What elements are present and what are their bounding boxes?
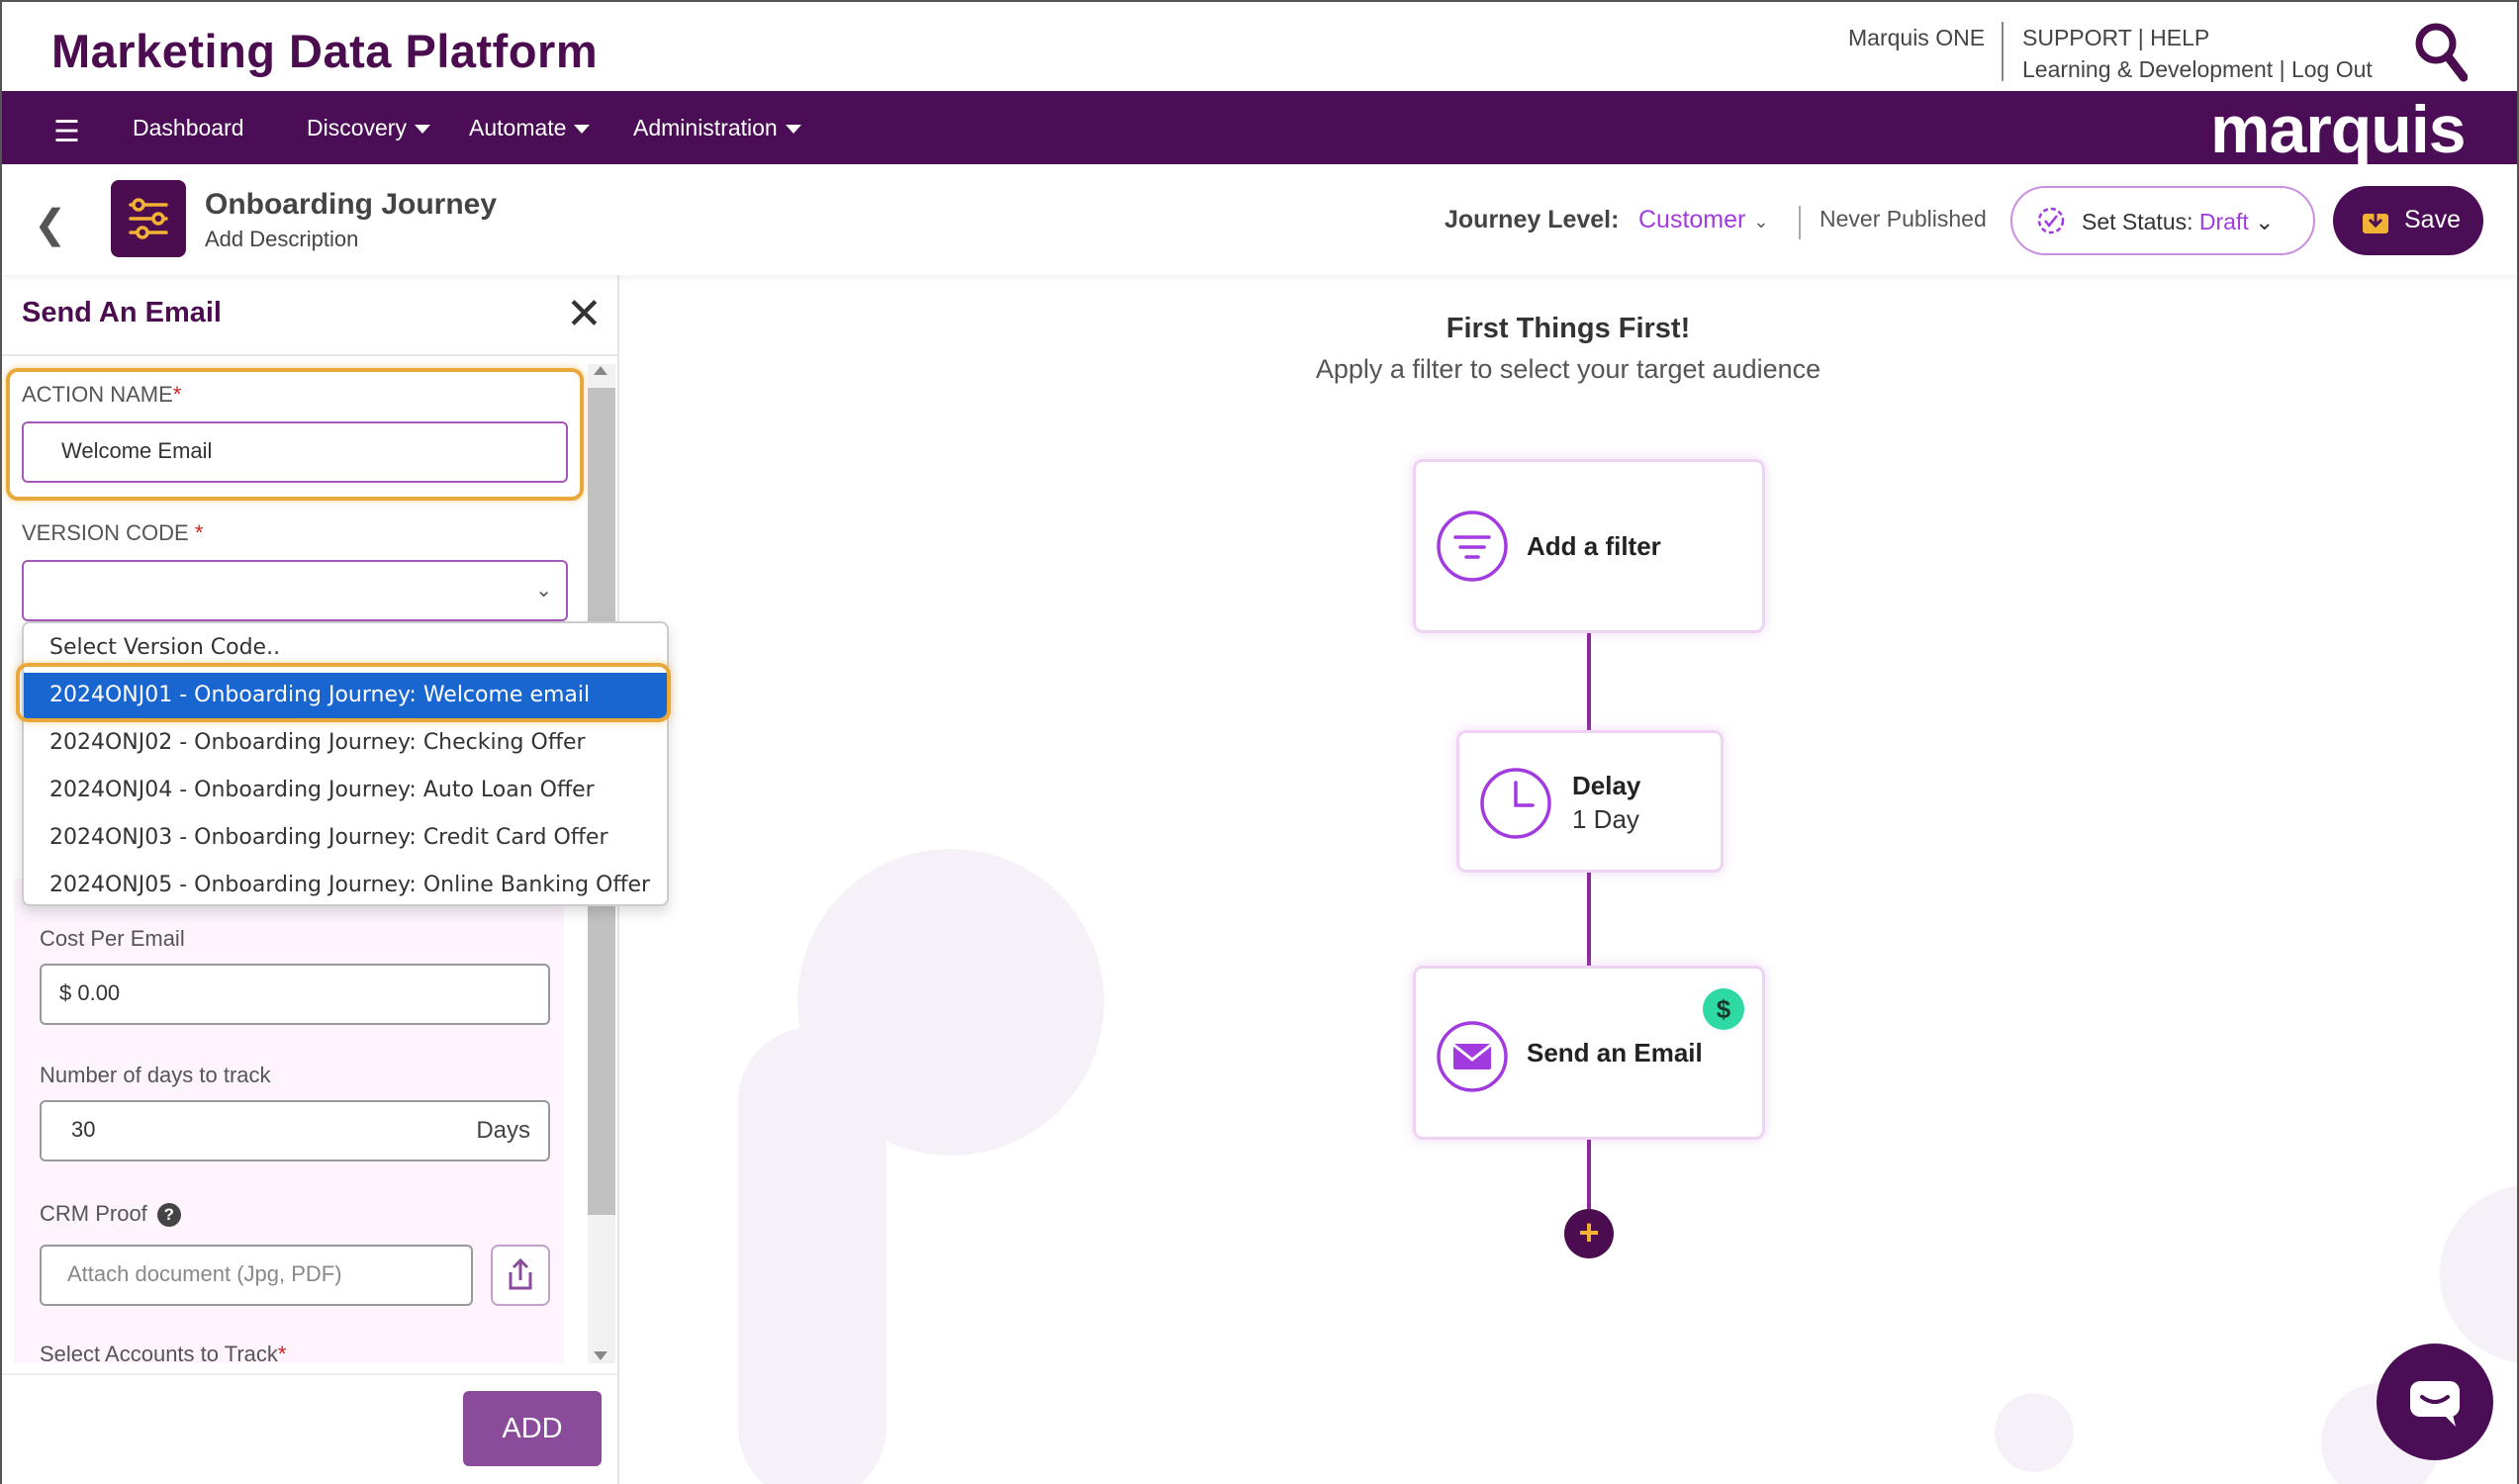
chevron-down-icon: ⌄ xyxy=(1753,212,1769,232)
background-shape xyxy=(2440,1185,2517,1363)
learning-link[interactable]: Learning & Development xyxy=(2022,56,2273,82)
crm-attach-input[interactable]: Attach document (Jpg, PDF) xyxy=(40,1245,473,1306)
top-header: Marketing Data Platform Marquis ONE SUPP… xyxy=(2,2,2517,91)
panel-title: Send An Email xyxy=(22,297,222,328)
filter-icon xyxy=(1437,510,1508,582)
journey-level-select[interactable]: Customer ⌄ xyxy=(1638,206,1768,234)
delay-node-value: 1 Day xyxy=(1572,804,1639,834)
journey-title[interactable]: Onboarding Journey xyxy=(205,188,497,222)
caret-down-icon xyxy=(574,125,591,135)
accounts-label: Select Accounts to Track* xyxy=(40,1342,287,1366)
scroll-up-arrow-icon[interactable] xyxy=(594,366,607,375)
version-code-label: VERSION CODE * xyxy=(22,520,204,545)
back-chevron-icon[interactable]: ❮ xyxy=(34,202,67,247)
days-label: Number of days to track xyxy=(40,1063,271,1087)
days-suffix: Days xyxy=(476,1117,530,1144)
divider xyxy=(1799,206,1801,239)
version-code-select[interactable]: ⌄ xyxy=(22,560,568,621)
close-icon[interactable]: ✕ xyxy=(566,293,603,336)
main-nav: ☰ Dashboard Discovery Automate Administr… xyxy=(2,91,2517,167)
status-check-icon xyxy=(2037,207,2065,234)
nav-discovery[interactable]: Discovery xyxy=(307,115,430,141)
filter-node[interactable]: Add a filter xyxy=(1413,459,1765,633)
email-node-label: Send an Email xyxy=(1527,1038,1703,1067)
journey-icon xyxy=(111,180,186,257)
chat-bubble-icon xyxy=(2410,1381,2460,1427)
envelope-icon xyxy=(1437,1021,1508,1092)
journey-description[interactable]: Add Description xyxy=(205,227,358,252)
help-link[interactable]: HELP xyxy=(2150,25,2209,50)
nav-dashboard[interactable]: Dashboard xyxy=(133,115,244,141)
journey-level-label: Journey Level: xyxy=(1445,206,1620,233)
days-input[interactable]: 30 Days xyxy=(40,1100,550,1161)
connector-line xyxy=(1587,873,1591,966)
chevron-down-icon: ⌄ xyxy=(535,580,552,602)
version-option[interactable]: 2024ONJ03 - Onboarding Journey: Credit C… xyxy=(24,815,667,861)
canvas-title: First Things First! xyxy=(1446,313,1691,344)
chat-button[interactable] xyxy=(2377,1344,2493,1460)
save-download-icon xyxy=(2363,208,2388,233)
background-shape xyxy=(738,1027,886,1484)
cost-input[interactable]: $ 0.00 xyxy=(40,964,550,1025)
filter-node-label: Add a filter xyxy=(1527,531,1661,561)
action-name-input[interactable]: Welcome Email xyxy=(22,421,568,483)
status-value: Draft xyxy=(2198,209,2249,234)
journey-header: ❮ Onboarding Journey Add Description Jou… xyxy=(2,164,2517,275)
canvas-subtitle: Apply a filter to select your target aud… xyxy=(1315,354,1821,384)
journey-canvas: First Things First! Apply a filter to se… xyxy=(619,275,2517,1484)
cost-badge: $ xyxy=(1703,988,1744,1030)
upload-icon xyxy=(509,1257,532,1290)
separator: | xyxy=(2279,56,2286,82)
help-icon[interactable]: ? xyxy=(156,1203,181,1228)
scroll-down-arrow-icon[interactable] xyxy=(594,1351,607,1360)
marquis-logo: marquis xyxy=(2210,92,2467,167)
action-name-label: ACTION NAME* xyxy=(22,382,182,407)
cost-label: Cost Per Email xyxy=(40,926,185,951)
caret-down-icon xyxy=(414,125,430,135)
top-links-divider xyxy=(2002,22,2004,81)
delay-node[interactable]: Delay 1 Day xyxy=(1456,730,1724,873)
selected-option-highlight xyxy=(16,663,671,722)
chevron-down-icon: ⌄ xyxy=(2255,209,2275,234)
add-step-button[interactable]: + xyxy=(1564,1209,1614,1258)
add-button[interactable]: ADD xyxy=(463,1391,602,1466)
version-option[interactable]: 2024ONJ05 - Onboarding Journey: Online B… xyxy=(24,863,667,908)
email-node[interactable]: Send an Email $ xyxy=(1413,966,1765,1140)
save-button[interactable]: Save xyxy=(2333,186,2483,255)
caret-down-icon xyxy=(785,125,801,135)
publish-state: Never Published xyxy=(1819,206,1987,232)
menu-icon[interactable]: ☰ xyxy=(53,115,80,149)
app-title: Marketing Data Platform xyxy=(51,25,599,77)
nav-administration[interactable]: Administration xyxy=(633,115,801,141)
background-shape xyxy=(1995,1393,2074,1472)
logout-link[interactable]: Log Out xyxy=(2291,56,2373,82)
delay-node-label: Delay xyxy=(1572,771,1641,800)
set-status-button[interactable]: Set Status: Draft ⌄ xyxy=(2010,186,2315,255)
connector-line xyxy=(1587,1140,1591,1209)
crm-label: CRM Proof? xyxy=(40,1201,181,1228)
version-option[interactable]: 2024ONJ04 - Onboarding Journey: Auto Loa… xyxy=(24,768,667,813)
nav-automate[interactable]: Automate xyxy=(469,115,591,141)
status-label: Set Status: xyxy=(2082,209,2193,234)
support-link[interactable]: SUPPORT xyxy=(2022,25,2131,50)
connector-line xyxy=(1587,633,1591,732)
divider xyxy=(2,354,617,356)
marquis-one-link[interactable]: Marquis ONE xyxy=(1848,25,1985,50)
search-icon[interactable] xyxy=(2412,20,2469,85)
upload-button[interactable] xyxy=(491,1245,550,1306)
version-option[interactable]: 2024ONJ02 - Onboarding Journey: Checking… xyxy=(24,720,667,766)
separator: | xyxy=(2137,25,2144,50)
clock-icon xyxy=(1480,768,1551,839)
